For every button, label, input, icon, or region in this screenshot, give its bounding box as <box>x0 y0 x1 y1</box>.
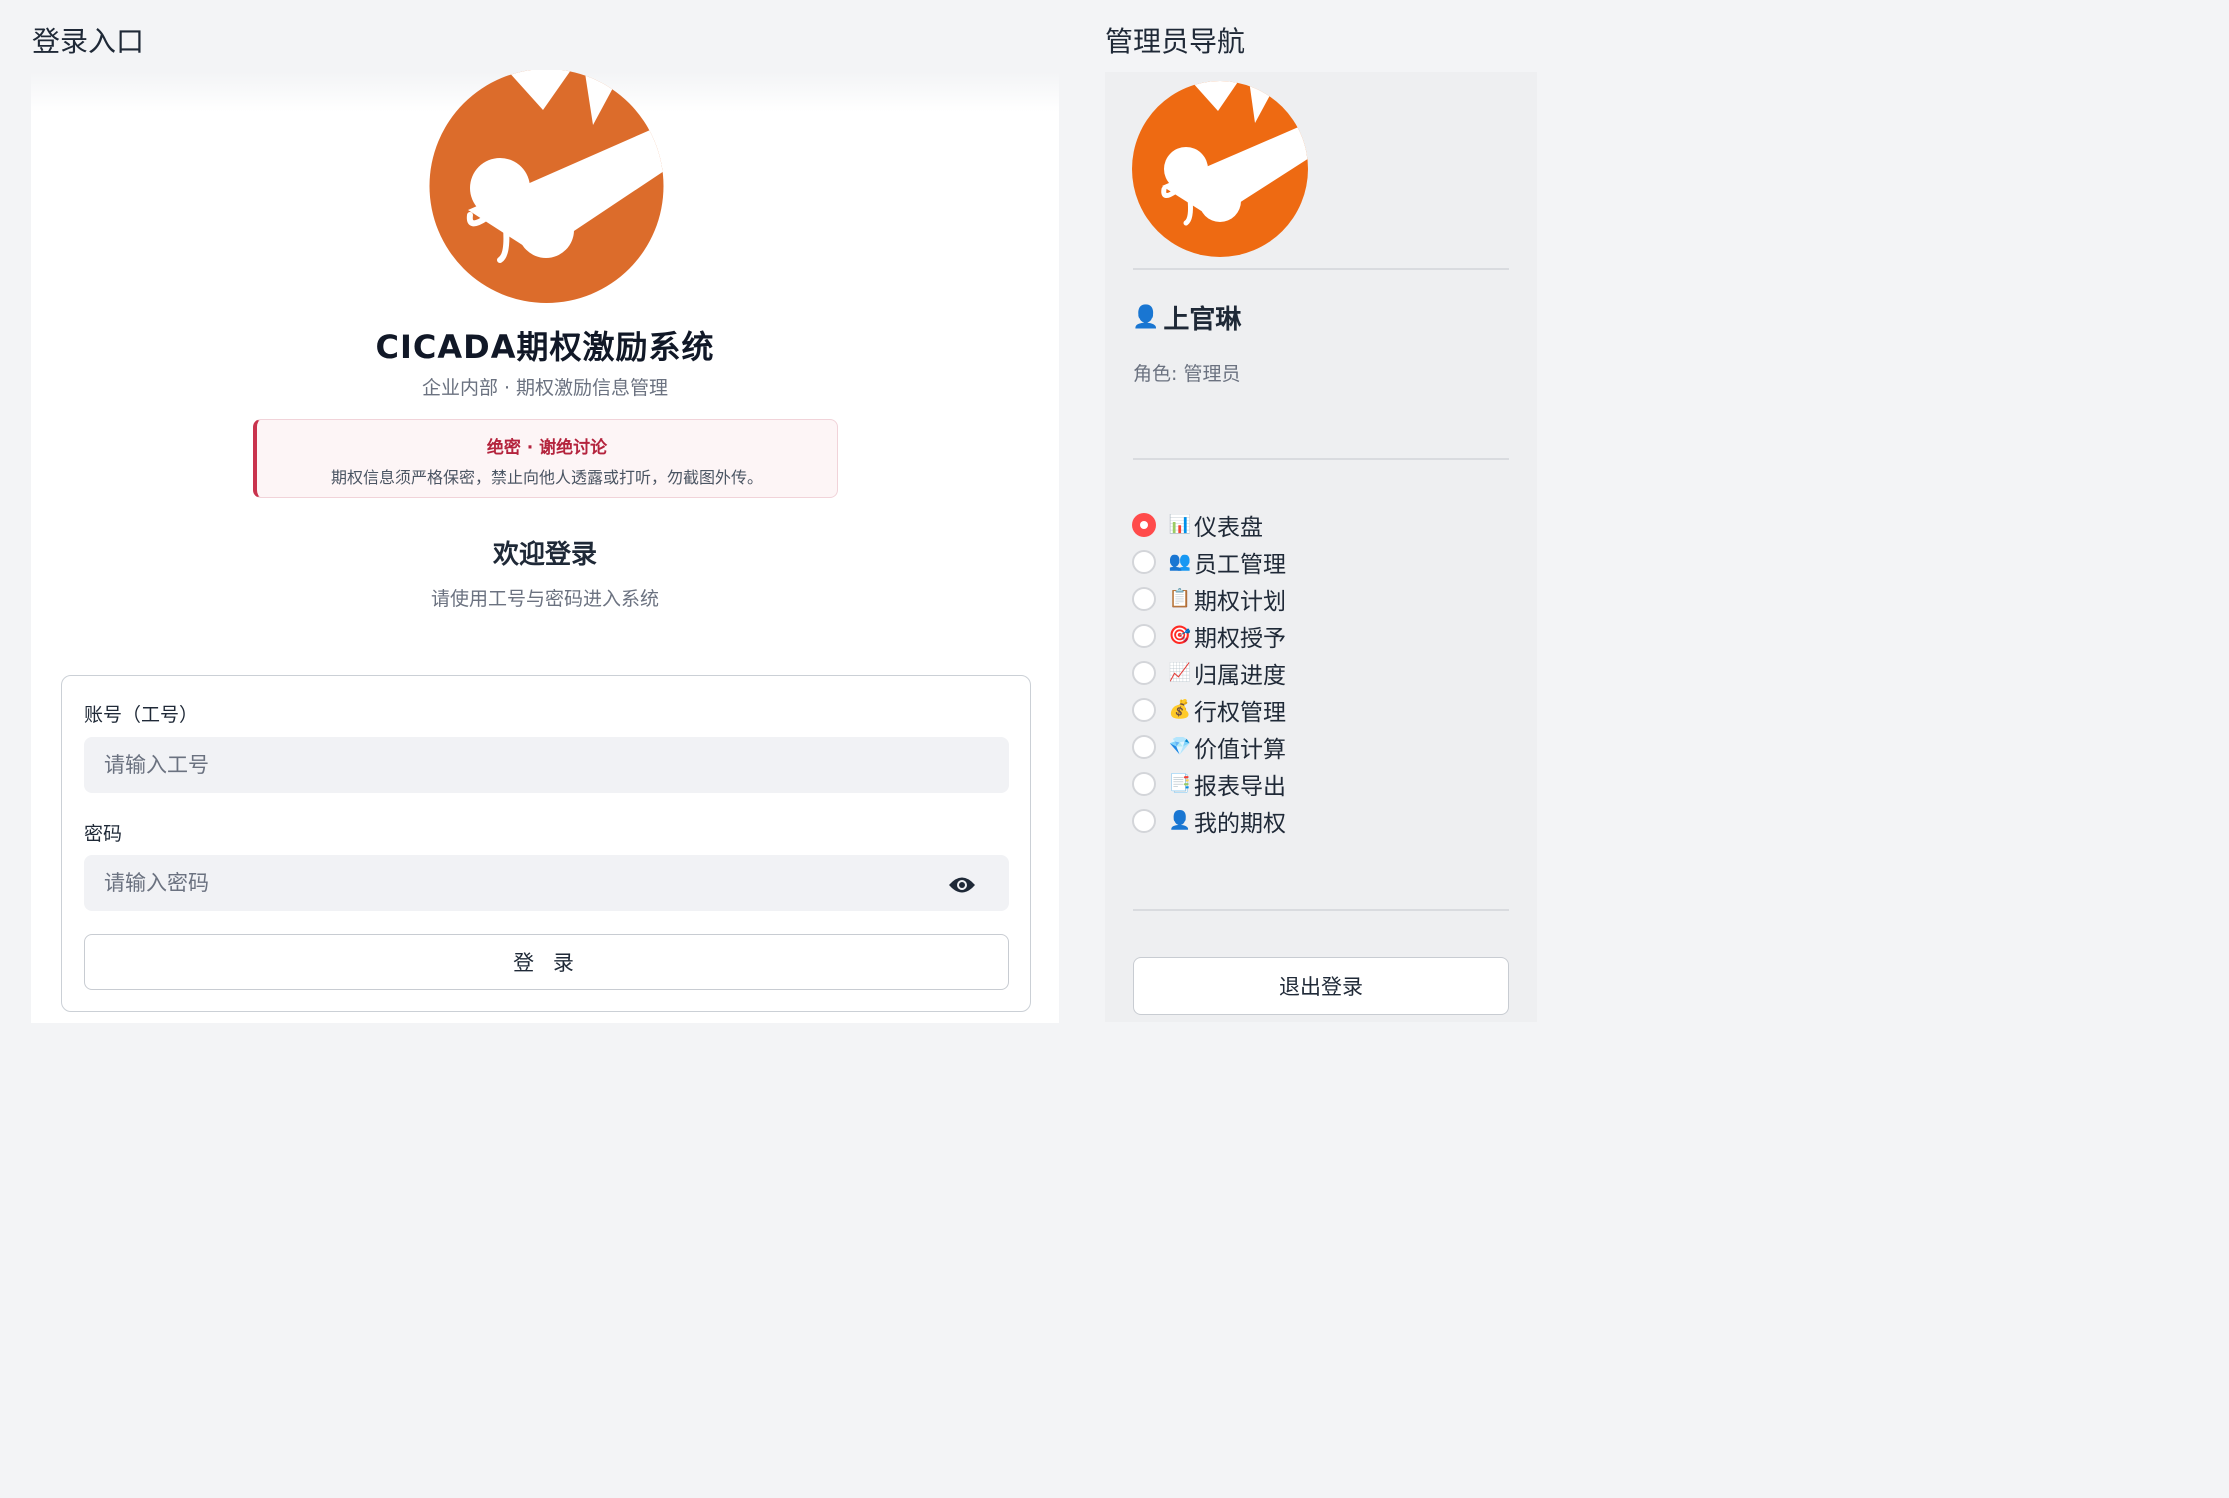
user-icon: 👤 <box>1132 305 1160 330</box>
nav-item-label: 仪表盘 <box>1194 514 1263 541</box>
password-input[interactable] <box>84 855 1009 911</box>
nav-item-label: 我的期权 <box>1194 810 1286 837</box>
nav-item-employees[interactable]: 👥 员工管理 <box>1132 543 1286 580</box>
nav-item-label: 行权管理 <box>1194 699 1286 726</box>
password-label: 密码 <box>84 823 123 845</box>
app-title: CICADA期权激励系统 <box>375 328 715 366</box>
bar-chart-icon: 📊 <box>1168 514 1192 535</box>
nav-item-option-plans[interactable]: 📋 期权计划 <box>1132 580 1286 617</box>
nav-item-my-options[interactable]: 👤 我的期权 <box>1132 802 1286 839</box>
radio-icon[interactable] <box>1132 549 1156 574</box>
nav-divider <box>1133 458 1509 460</box>
nav-item-label: 期权计划 <box>1194 588 1286 615</box>
notice-text: 期权信息须严格保密，禁止向他人透露或打听，勿截图外传。 <box>330 468 763 487</box>
nav-item-label: 期权授予 <box>1194 625 1286 652</box>
radio-icon[interactable] <box>1132 734 1156 759</box>
cicada-logo-icon <box>429 70 664 303</box>
nav-item-label: 归属进度 <box>1194 662 1286 689</box>
nav-divider <box>1133 909 1509 911</box>
nav-item-label: 报表导出 <box>1194 773 1286 800</box>
user-name-text: 上官琳 <box>1163 305 1242 335</box>
nav-divider <box>1133 268 1509 270</box>
nav-radio-group: 📊 仪表盘 👥 员工管理 📋 期权计划 🎯 期权授予 📈 归属进度 💰 行权管理 <box>1132 506 1286 839</box>
confidential-notice: 绝密 · 谢绝讨论 期权信息须严格保密，禁止向他人透露或打听，勿截图外传。 <box>253 419 838 498</box>
cicada-avatar-icon <box>1132 81 1308 257</box>
radio-icon[interactable] <box>1132 808 1156 833</box>
radio-icon[interactable] <box>1132 623 1156 648</box>
radio-icon[interactable] <box>1132 697 1156 722</box>
nav-item-vesting[interactable]: 📈 归属进度 <box>1132 654 1286 691</box>
welcome-title: 欢迎登录 <box>492 540 597 570</box>
logout-button[interactable]: 退出登录 <box>1133 957 1509 1015</box>
notice-title: 绝密 · 谢绝讨论 <box>486 438 608 458</box>
nav-item-label: 员工管理 <box>1194 551 1286 578</box>
nav-item-report-export[interactable]: 📑 报表导出 <box>1132 765 1286 802</box>
trend-chart-icon: 📈 <box>1168 662 1192 683</box>
account-input[interactable] <box>84 737 1009 793</box>
login-section-title: 登录入口 <box>32 25 145 58</box>
nav-item-label: 价值计算 <box>1194 736 1286 763</box>
login-button[interactable]: 登 录 <box>84 934 1009 990</box>
user-role: 角色: 管理员 <box>1133 363 1241 385</box>
nav-item-option-grants[interactable]: 🎯 期权授予 <box>1132 617 1286 654</box>
document-icon: 📑 <box>1168 773 1192 794</box>
nav-item-dashboard[interactable]: 📊 仪表盘 <box>1132 506 1286 543</box>
welcome-subtitle: 请使用工号与密码进入系统 <box>430 588 659 610</box>
app-subtitle: 企业内部 · 期权激励信息管理 <box>421 377 669 399</box>
nav-item-exercise[interactable]: 💰 行权管理 <box>1132 691 1286 728</box>
radio-icon[interactable] <box>1132 586 1156 611</box>
account-label: 账号（工号） <box>84 704 199 726</box>
show-password-eye-icon[interactable] <box>946 869 978 901</box>
user-name: 👤 上官琳 <box>1132 299 1241 336</box>
gem-icon: 💎 <box>1168 736 1192 757</box>
radio-icon[interactable] <box>1132 660 1156 685</box>
nav-item-valuation[interactable]: 💎 价值计算 <box>1132 728 1286 765</box>
people-icon: 👥 <box>1168 551 1192 572</box>
nav-section-title: 管理员导航 <box>1105 25 1246 58</box>
user-icon: 👤 <box>1168 810 1192 831</box>
admin-nav-panel: 👤 上官琳 角色: 管理员 📊 仪表盘 👥 员工管理 📋 期权计划 🎯 期权授予… <box>1105 72 1537 1022</box>
clipboard-icon: 📋 <box>1168 588 1192 609</box>
login-form: 账号（工号） 密码 登 录 <box>61 675 1031 1012</box>
radio-icon[interactable] <box>1132 771 1156 796</box>
login-panel: CICADA期权激励系统 企业内部 · 期权激励信息管理 绝密 · 谢绝讨论 期… <box>31 70 1059 1023</box>
target-icon: 🎯 <box>1168 625 1192 646</box>
radio-selected-icon[interactable] <box>1132 512 1156 537</box>
money-bag-icon: 💰 <box>1168 699 1192 720</box>
